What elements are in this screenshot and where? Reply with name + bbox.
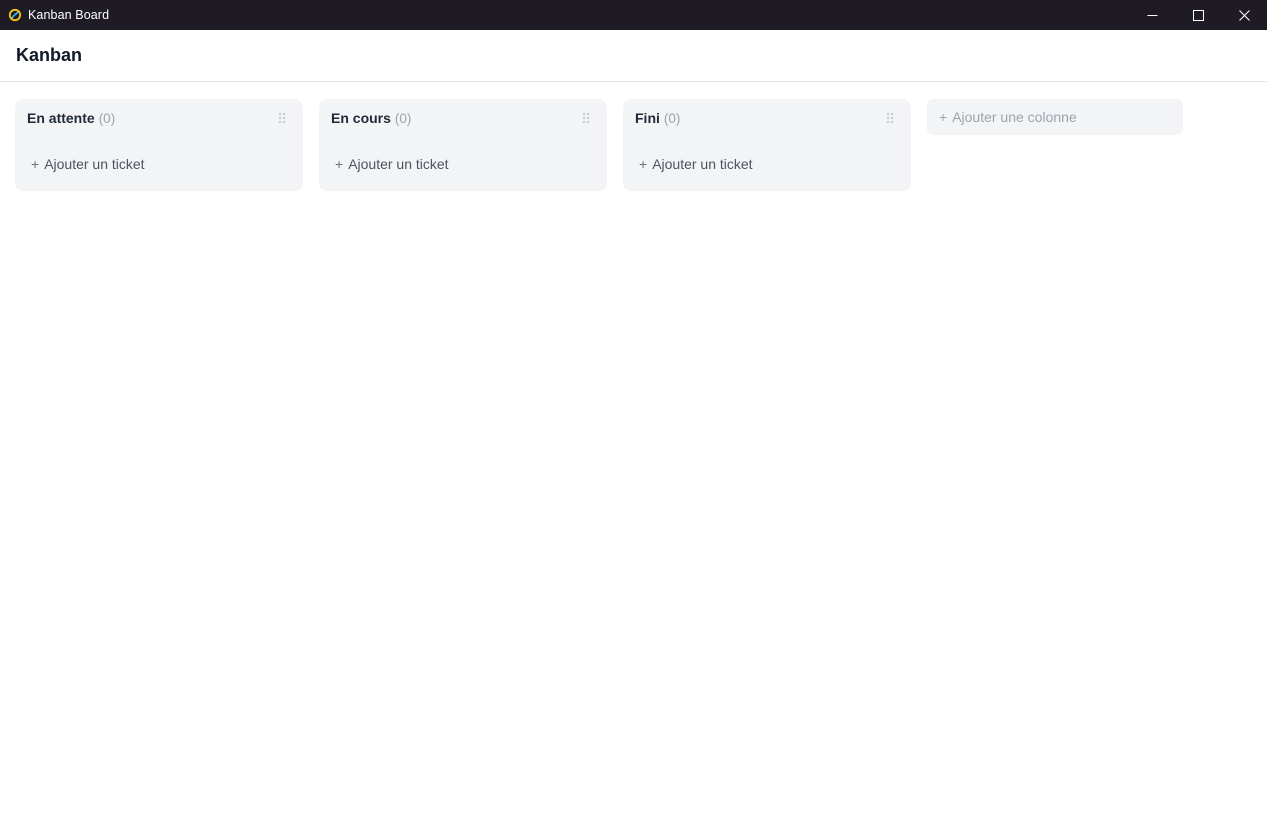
- column-header: En cours (0): [331, 110, 411, 126]
- add-ticket-button[interactable]: + Ajouter un ticket: [31, 156, 145, 172]
- column-title: En attente: [27, 110, 95, 126]
- drag-handle-icon[interactable]: [885, 112, 895, 124]
- window-controls: [1129, 0, 1267, 30]
- window-titlebar: Kanban Board: [0, 0, 1267, 30]
- close-icon: [1238, 9, 1250, 21]
- column-title: En cours: [331, 110, 391, 126]
- plus-icon: +: [335, 156, 344, 172]
- page-title: Kanban: [16, 45, 83, 65]
- column-count: (0): [663, 111, 681, 126]
- add-ticket-button[interactable]: + Ajouter un ticket: [639, 156, 753, 172]
- column-count: (0): [394, 111, 412, 126]
- minimize-button[interactable]: [1129, 0, 1175, 30]
- column-header: Fini (0): [635, 110, 680, 126]
- window-title: Kanban Board: [28, 8, 110, 22]
- add-ticket-label: Ajouter un ticket: [652, 156, 753, 172]
- column-count: (0): [98, 111, 116, 126]
- app-logo-icon: [8, 8, 22, 22]
- maximize-button[interactable]: [1175, 0, 1221, 30]
- drag-handle-icon[interactable]: [277, 112, 287, 124]
- column-header: En attente (0): [27, 110, 115, 126]
- plus-icon: +: [639, 156, 648, 172]
- minimize-icon: [1147, 14, 1157, 16]
- add-column-label: Ajouter une colonne: [952, 109, 1077, 125]
- close-button[interactable]: [1221, 0, 1267, 30]
- plus-icon: +: [939, 109, 948, 125]
- app-header: Kanban: [0, 30, 1267, 82]
- column-title: Fini: [635, 110, 660, 126]
- column-en-attente[interactable]: En attente (0) + Ajouter un ticket: [15, 99, 303, 191]
- drag-handle-icon[interactable]: [581, 112, 591, 124]
- column-en-cours[interactable]: En cours (0) + Ajouter un ticket: [319, 99, 607, 191]
- add-ticket-label: Ajouter un ticket: [44, 156, 145, 172]
- plus-icon: +: [31, 156, 40, 172]
- kanban-board: En attente (0) + Ajouter un ticket En co…: [0, 82, 1267, 191]
- column-fini[interactable]: Fini (0) + Ajouter un ticket: [623, 99, 911, 191]
- add-ticket-button[interactable]: + Ajouter un ticket: [335, 156, 449, 172]
- maximize-icon: [1192, 9, 1204, 21]
- add-ticket-label: Ajouter un ticket: [348, 156, 449, 172]
- add-column-button[interactable]: + Ajouter une colonne: [927, 99, 1183, 135]
